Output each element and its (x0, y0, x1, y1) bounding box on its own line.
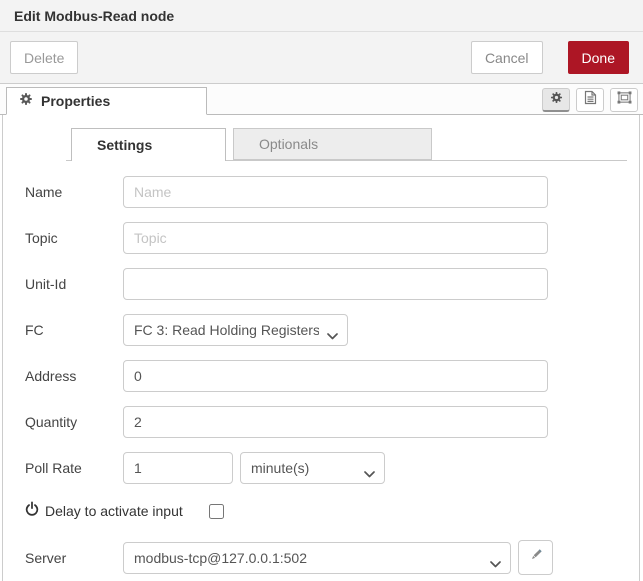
tab-action-buttons (542, 88, 638, 112)
done-button[interactable]: Done (568, 41, 629, 74)
address-input[interactable] (123, 360, 548, 392)
tab-settings[interactable]: Settings (71, 128, 226, 161)
description-button[interactable] (576, 88, 604, 112)
properties-panel: Settings Optionals Name Topic Unit-Id FC (2, 115, 640, 581)
unit-id-input[interactable] (123, 268, 548, 300)
name-label: Name (25, 184, 123, 200)
tab-properties[interactable]: Properties (6, 87, 207, 115)
dialog-toolbar: Delete Cancel Done (0, 32, 643, 84)
settings-tab-bar: Settings Optionals (66, 128, 627, 161)
properties-gear-button[interactable] (542, 88, 570, 112)
unit-id-label: Unit-Id (25, 276, 123, 292)
poll-rate-unit-select[interactable]: minute(s) (240, 452, 385, 484)
tab-optionals-label: Optionals (259, 136, 318, 152)
server-label: Server (25, 550, 123, 566)
dialog-header: Edit Modbus-Read node (0, 0, 643, 32)
dialog-title: Edit Modbus-Read node (14, 8, 174, 24)
power-icon (25, 501, 39, 521)
topic-row: Topic (25, 222, 639, 254)
poll-rate-label: Poll Rate (25, 460, 123, 476)
unit-id-row: Unit-Id (25, 268, 639, 300)
tab-properties-label: Properties (41, 93, 110, 109)
delay-row: Delay to activate input (25, 501, 639, 521)
poll-rate-input[interactable] (123, 452, 233, 484)
edit-node-dialog: Edit Modbus-Read node Delete Cancel Done (0, 0, 643, 581)
document-icon (584, 90, 597, 110)
delay-checkbox[interactable] (209, 504, 224, 519)
address-label: Address (25, 368, 123, 384)
pencil-icon (529, 548, 543, 567)
name-input[interactable] (123, 176, 548, 208)
quantity-label: Quantity (25, 414, 123, 430)
tab-optionals[interactable]: Optionals (233, 128, 432, 160)
server-row: Server modbus-tcp@127.0.0.1:502 (25, 540, 639, 575)
cancel-button[interactable]: Cancel (471, 41, 543, 74)
topic-input[interactable] (123, 222, 548, 254)
fc-label: FC (25, 322, 123, 338)
poll-rate-row: Poll Rate minute(s) (25, 452, 639, 484)
name-row: Name (25, 176, 639, 208)
object-group-icon (617, 91, 632, 109)
server-select[interactable]: modbus-tcp@127.0.0.1:502 (123, 542, 511, 574)
delete-button[interactable]: Delete (10, 41, 78, 74)
settings-form: Name Topic Unit-Id FC FC 3: Read Holding… (3, 161, 639, 575)
gear-icon (550, 91, 563, 109)
delay-label: Delay to activate input (45, 503, 183, 519)
server-edit-button[interactable] (518, 540, 553, 575)
fc-select[interactable]: FC 3: Read Holding Registers (123, 314, 348, 346)
quantity-input[interactable] (123, 406, 548, 438)
quantity-row: Quantity (25, 406, 639, 438)
appearance-button[interactable] (610, 88, 638, 112)
fc-row: FC FC 3: Read Holding Registers (25, 314, 639, 346)
tab-settings-label: Settings (97, 137, 152, 153)
editor-tab-bar: Properties (0, 84, 643, 115)
address-row: Address (25, 360, 639, 392)
gear-icon (19, 92, 33, 111)
topic-label: Topic (25, 230, 123, 246)
